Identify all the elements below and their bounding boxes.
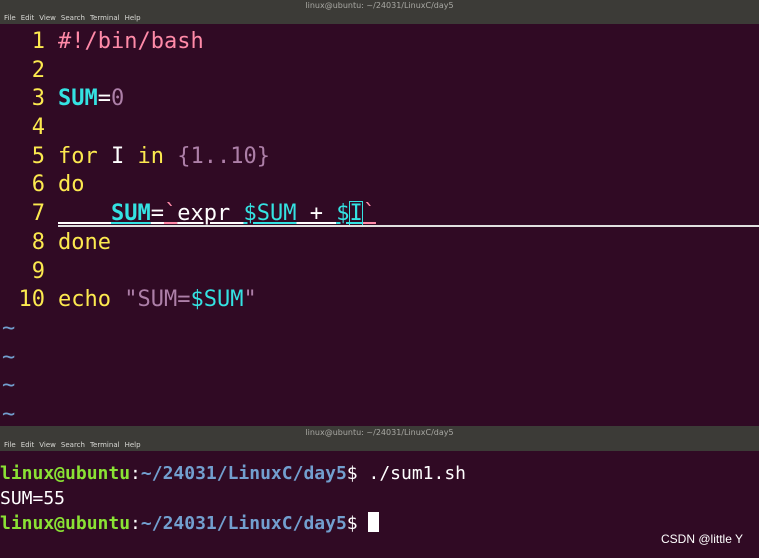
prompt-colon: : (130, 463, 141, 484)
range-start: 1 (190, 143, 204, 169)
line-number: 2 (31, 57, 45, 83)
prompt-user: linux@ubuntu (0, 463, 131, 484)
line-number: 5 (31, 143, 45, 169)
window-title: linux@ubuntu: ~/24031/LinuxC/day5 (0, 426, 759, 439)
assign-op: = (150, 201, 164, 227)
command-output: SUM=55 (0, 488, 66, 509)
line-number: 9 (31, 258, 45, 284)
cursorline-underline (58, 225, 759, 227)
line-number: 7 (31, 201, 45, 227)
menu-file[interactable]: File (4, 14, 16, 22)
vim-editor[interactable]: 1 #!/bin/bash 2 3 SUM=0 4 5 for I in {1..10… (0, 28, 759, 426)
keyword-do: do (58, 172, 85, 198)
line-number: 8 (31, 229, 45, 255)
line-number: 10 (18, 287, 46, 313)
prompt-path: ~/24031/LinuxC/day5 (140, 513, 347, 534)
line-number: 3 (31, 86, 45, 112)
backtick-close: ` (362, 201, 376, 227)
var-name: SUM (58, 86, 98, 112)
menu-search[interactable]: Search (61, 14, 85, 22)
code-line: 3 SUM=0 (0, 85, 759, 114)
vim-terminal-window[interactable]: linux@ubuntu: ~/24031/LinuxC/day5 File Ed… (0, 0, 759, 426)
menu-bar: File Edit View Search Terminal Help (0, 12, 759, 24)
code-line: 10 echo "SUM=$SUM" (0, 286, 759, 315)
var-reference: $SUM (243, 201, 297, 227)
shell-output[interactable]: linux@ubuntu:~/24031/LinuxC/day5$ ./sum1… (0, 461, 759, 536)
shell-terminal-window[interactable]: linux@ubuntu: ~/24031/LinuxC/day5 File Ed… (0, 426, 759, 558)
keyword-done: done (58, 229, 111, 255)
keyword-in: in (137, 143, 165, 169)
menu-view[interactable]: View (39, 441, 56, 449)
command-text: ./sum1.sh (368, 463, 467, 484)
prompt-symbol: $ (346, 463, 369, 484)
string-literal: "SUM= (110, 287, 191, 313)
cursor-line: 7 SUM=`expr $SUM + $I` (0, 200, 759, 229)
code-line: 4 (0, 114, 759, 143)
watermark: CSDN @little Y (661, 532, 743, 546)
menu-file[interactable]: File (4, 441, 16, 449)
menu-help[interactable]: Help (125, 441, 141, 449)
empty-line-tilde: ~ (2, 373, 16, 399)
dollar-sign: $ (336, 201, 350, 227)
empty-line-tilde: ~ (2, 315, 16, 341)
menu-edit[interactable]: Edit (21, 441, 35, 449)
code-line: 6 do (0, 171, 759, 200)
string-end: " (243, 287, 257, 313)
code-line: 5 for I in {1..10} (0, 143, 759, 172)
menu-edit[interactable]: Edit (21, 14, 35, 22)
assign-op: = (97, 86, 111, 112)
prompt-user: linux@ubuntu (0, 513, 131, 534)
number-literal: 0 (111, 86, 125, 112)
code-line: 1 #!/bin/bash (0, 28, 759, 57)
window-title: linux@ubuntu: ~/24031/LinuxC/day5 (0, 0, 759, 12)
expr-command: expr (177, 201, 244, 227)
plus-op: + (296, 201, 337, 227)
menu-terminal[interactable]: Terminal (90, 14, 120, 22)
string-var: $SUM (190, 287, 244, 313)
backtick-open: ` (163, 201, 178, 227)
prompt-symbol: $ (346, 513, 369, 534)
menu-search[interactable]: Search (61, 441, 85, 449)
menu-help[interactable]: Help (125, 14, 141, 22)
menu-terminal[interactable]: Terminal (90, 441, 120, 449)
code-line: 9 (0, 258, 759, 287)
prompt-path: ~/24031/LinuxC/day5 (140, 463, 347, 484)
brace-open: { (164, 143, 191, 169)
prompt-line: linux@ubuntu:~/24031/LinuxC/day5$ ./sum1… (0, 461, 759, 486)
range-dots: .. (203, 143, 231, 169)
menu-view[interactable]: View (39, 14, 56, 22)
code-line: 8 done (0, 229, 759, 258)
terminal-cursor (368, 512, 380, 532)
text-cursor: I (349, 201, 363, 227)
keyword-echo: echo (58, 287, 111, 313)
code-line: 2 (0, 57, 759, 86)
menu-bar: File Edit View Search Terminal Help (0, 439, 759, 451)
brace-close: } (256, 143, 270, 169)
code-text: #!/bin/bash (58, 29, 204, 54)
empty-line-tilde: ~ (2, 401, 16, 426)
var-name: SUM (110, 201, 151, 227)
prompt-line[interactable]: linux@ubuntu:~/24031/LinuxC/day5$ (0, 511, 759, 536)
line-number: 4 (31, 115, 45, 141)
line-number: 6 (31, 172, 45, 198)
empty-line-tilde: ~ (2, 344, 16, 370)
line-number: 1 (31, 29, 45, 54)
keyword-for: for (58, 143, 98, 169)
range-end: 10 (230, 143, 257, 169)
loop-var: I (97, 143, 138, 169)
prompt-colon: : (130, 513, 141, 534)
